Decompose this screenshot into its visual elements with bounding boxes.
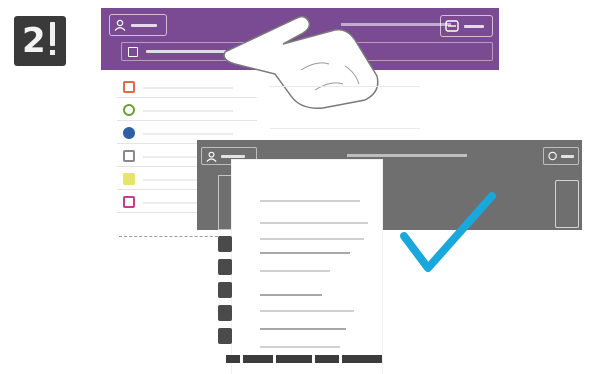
login-label-blur (221, 154, 245, 158)
side-icon-column (214, 236, 236, 351)
list-item-label-blur (143, 110, 233, 112)
step-number: 2 (22, 21, 46, 61)
list-item-label-blur (143, 87, 233, 89)
app-icon[interactable] (218, 305, 232, 321)
doc-line (260, 200, 360, 202)
doc-line (260, 238, 364, 240)
app-icon[interactable] (218, 328, 232, 344)
document-sheet (232, 160, 382, 374)
app-yellow-icon (123, 173, 135, 185)
doc-line (260, 346, 340, 348)
doc-line (260, 310, 354, 312)
app-icon[interactable] (218, 282, 232, 298)
close-icon (548, 151, 557, 161)
logout-icon (445, 20, 459, 32)
app-magenta-icon (123, 196, 135, 208)
link-icon (123, 104, 135, 116)
divider (270, 86, 420, 87)
list-item[interactable] (117, 78, 257, 98)
doc-line (260, 294, 322, 296)
logout-label-blur (464, 24, 484, 28)
doc-line (260, 270, 330, 272)
logout-button[interactable] (440, 15, 493, 37)
folder-icon (128, 46, 138, 57)
login-button[interactable] (109, 14, 167, 36)
login-label-blur (131, 23, 157, 27)
checkmark-icon (400, 192, 496, 272)
close-label-blur (561, 154, 574, 158)
close-button[interactable] (543, 147, 579, 165)
exclamation-dot (50, 50, 55, 55)
app-blue-icon (123, 127, 135, 139)
divider (270, 128, 420, 129)
doc-line (260, 252, 350, 254)
app-icon[interactable] (218, 259, 232, 275)
exclamation-icon (50, 22, 55, 46)
grid-icon (123, 150, 135, 162)
bottom-caption-blur (226, 354, 426, 364)
screen-title-blur (347, 154, 467, 157)
document-icon (123, 81, 135, 93)
app-icon[interactable] (218, 236, 232, 252)
left-frame (218, 175, 232, 230)
list-item[interactable] (117, 101, 257, 121)
instruction-illustration: 2 (0, 0, 589, 374)
user-icon (206, 151, 217, 162)
step-badge: 2 (14, 16, 66, 66)
doc-line (260, 328, 346, 330)
doc-line (260, 222, 368, 224)
list-item-label-blur (143, 133, 233, 135)
scroll-control[interactable] (555, 180, 579, 228)
user-icon (114, 19, 126, 31)
